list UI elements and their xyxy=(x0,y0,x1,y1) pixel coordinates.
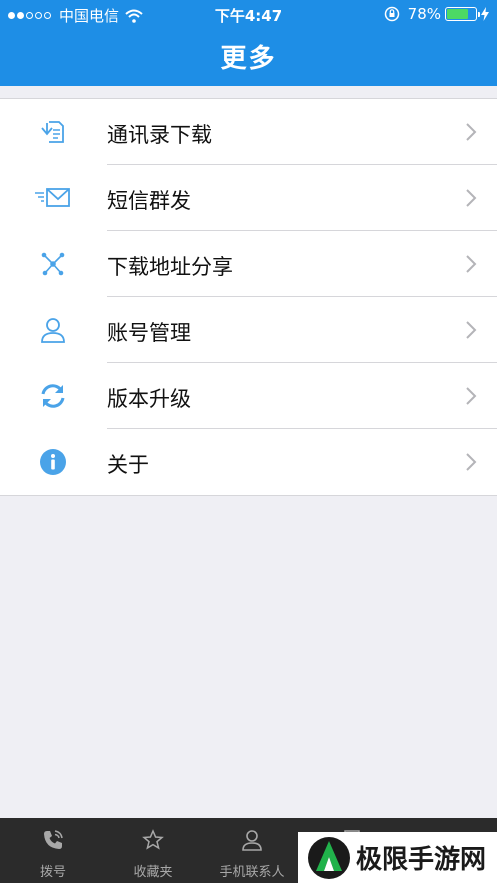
menu-item-label: 短信群发 xyxy=(107,189,191,213)
watermark-logo-icon xyxy=(308,836,350,879)
menu-item-about[interactable]: 关于 xyxy=(0,429,497,495)
tab-label: 收藏夹 xyxy=(133,865,173,880)
chevron-right-icon xyxy=(466,255,477,273)
header: 中国电信 下午4:47 78% 更多 xyxy=(0,0,497,86)
menu-item-contacts-download[interactable]: 通讯录下载 xyxy=(0,99,497,165)
chevron-right-icon xyxy=(466,321,477,339)
share-icon xyxy=(32,249,74,279)
charging-icon xyxy=(481,7,489,21)
menu-item-label: 通讯录下载 xyxy=(107,123,212,147)
chevron-right-icon xyxy=(466,123,477,141)
page-title: 更多 xyxy=(220,44,277,74)
menu-item-label: 下载地址分享 xyxy=(107,255,233,279)
menu-item-share-download-link[interactable]: 下载地址分享 xyxy=(0,231,497,297)
watermark-text: 极限手游网 xyxy=(356,845,487,875)
tab-favorites[interactable]: 收藏夹 xyxy=(103,818,203,883)
chevron-right-icon xyxy=(466,453,477,471)
status-bar: 中国电信 下午4:47 78% xyxy=(0,0,497,28)
tab-label: 拨号 xyxy=(39,865,66,880)
battery-icon xyxy=(445,7,480,21)
mail-send-icon xyxy=(32,183,74,213)
tab-phone-contacts[interactable]: 手机联系人 xyxy=(202,818,302,883)
battery-percent: 78% xyxy=(407,5,441,23)
refresh-icon xyxy=(32,381,74,411)
menu-item-label: 版本升级 xyxy=(107,387,191,411)
menu-list: 通讯录下载 短信群发 下载地址分享 账号管理 版本升级 关于 xyxy=(0,98,497,496)
contacts-download-icon xyxy=(32,117,74,147)
tab-label: 手机联系人 xyxy=(219,865,285,880)
chevron-right-icon xyxy=(466,189,477,207)
chevron-right-icon xyxy=(466,387,477,405)
person-icon xyxy=(242,830,262,851)
star-icon xyxy=(142,829,164,850)
phone-icon xyxy=(44,830,63,849)
watermark: 极限手游网 xyxy=(298,832,497,883)
info-icon xyxy=(32,447,74,477)
menu-item-sms-broadcast[interactable]: 短信群发 xyxy=(0,165,497,231)
rotation-lock-icon xyxy=(384,6,399,22)
account-icon xyxy=(32,315,74,345)
tab-dial[interactable]: 拨号 xyxy=(3,818,103,883)
menu-item-label: 关于 xyxy=(107,453,149,477)
menu-item-version-upgrade[interactable]: 版本升级 xyxy=(0,363,497,429)
menu-item-account-management[interactable]: 账号管理 xyxy=(0,297,497,363)
menu-item-label: 账号管理 xyxy=(107,321,191,345)
